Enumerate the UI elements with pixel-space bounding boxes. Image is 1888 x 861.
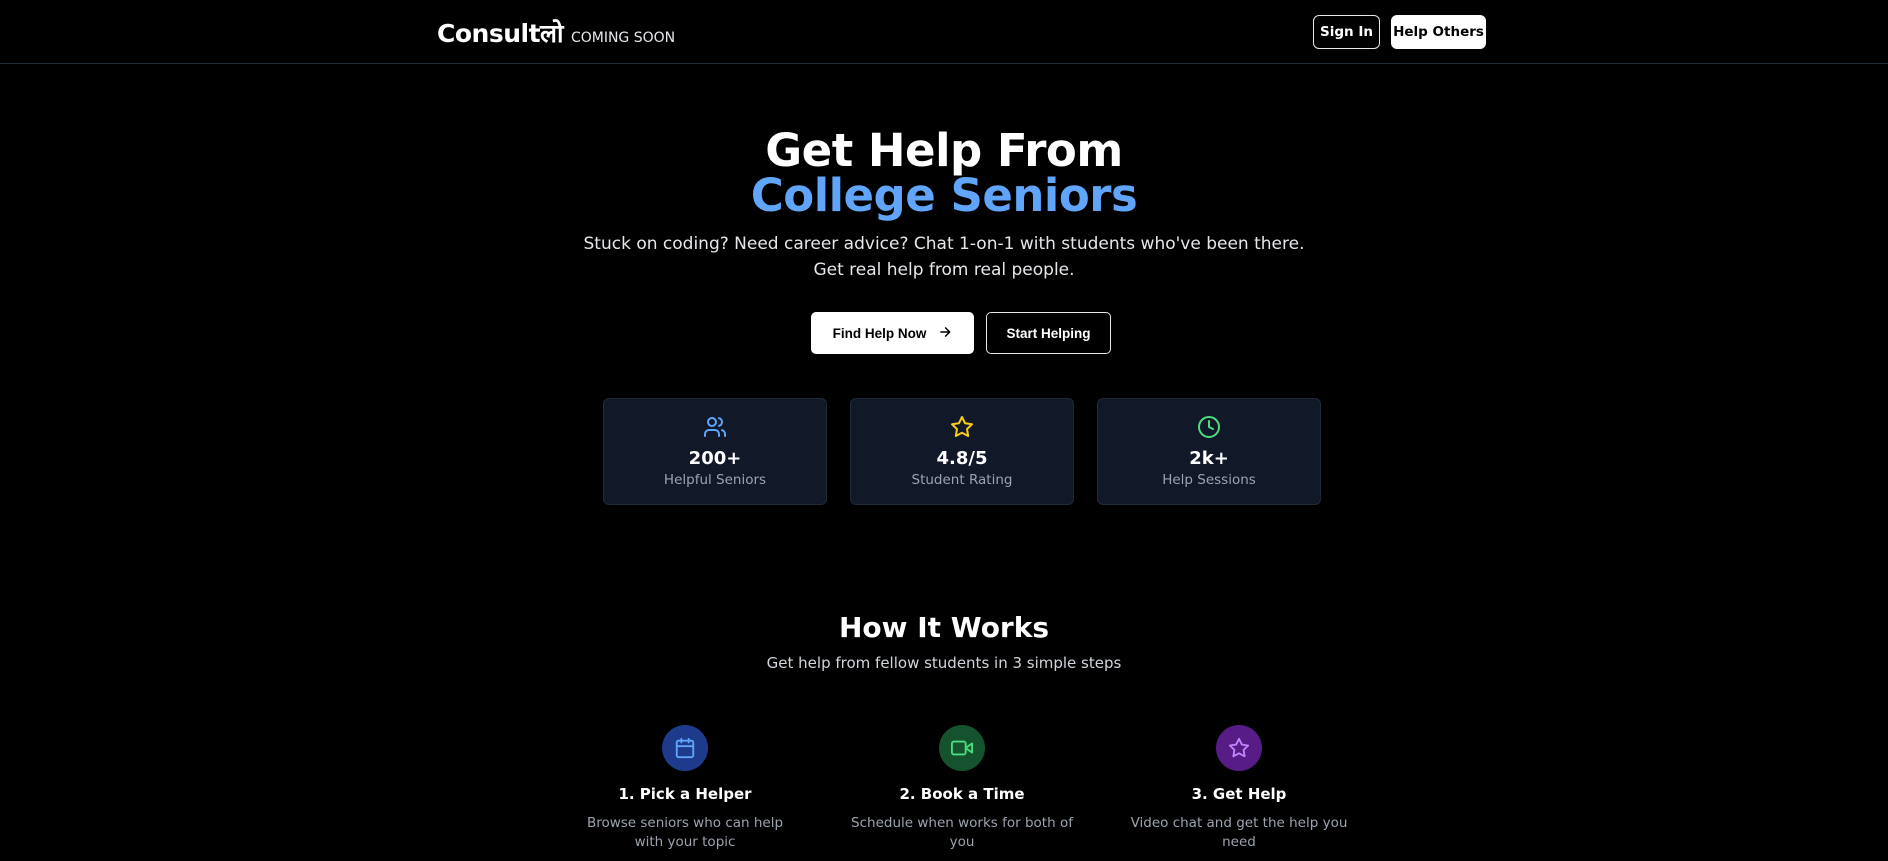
hero-title-line1: Get Help From (765, 124, 1123, 177)
stat-card-rating: 4.8/5 Student Rating (850, 398, 1074, 505)
clock-icon (1098, 415, 1320, 439)
step-pick-helper: 1. Pick a Helper Browse seniors who can … (560, 725, 810, 852)
hero-subtitle-line2: Get real help from real people. (813, 260, 1075, 280)
find-help-now-label: Find Help Now (832, 325, 927, 341)
help-others-button[interactable]: Help Others (1391, 15, 1486, 49)
stat-value: 200+ (688, 448, 742, 469)
step-book-time: 2. Book a Time Schedule when works for b… (837, 725, 1087, 852)
users-icon (604, 415, 826, 439)
how-it-works-subtitle: Get help from fellow students in 3 simpl… (766, 654, 1122, 672)
hero-title-line2: College Seniors (750, 169, 1138, 222)
step-description: Browse seniors who can help with your to… (586, 815, 784, 850)
how-it-works-title: How It Works (838, 611, 1050, 644)
stat-label: Help Sessions (1162, 472, 1256, 488)
stat-card-seniors: 200+ Helpful Seniors (603, 398, 827, 505)
stat-value: 4.8/5 (936, 448, 988, 469)
step-title: 1. Pick a Helper (618, 785, 752, 803)
step-title: 3. Get Help (1191, 785, 1287, 803)
stat-label: Helpful Seniors (663, 472, 767, 488)
coming-soon-badge: COMING SOON (570, 30, 676, 46)
stat-label: Student Rating (911, 472, 1013, 488)
hero-subtitle-line1: Stuck on coding? Need career advice? Cha… (583, 234, 1305, 254)
sign-in-button[interactable]: Sign In (1313, 15, 1380, 49)
star-icon (851, 415, 1073, 439)
star-icon (1216, 725, 1262, 771)
brand-logo[interactable]: Consultलो COMING SOON (437, 16, 675, 50)
step-description: Schedule when works for both of you (851, 815, 1073, 850)
video-icon (939, 725, 985, 771)
logo-text: Consultलो (437, 19, 563, 48)
arrow-right-icon (938, 325, 952, 342)
step-description: Video chat and get the help you need (1130, 815, 1348, 850)
top-navbar: Consultलो COMING SOON Sign In Help Other… (0, 0, 1888, 64)
step-title: 2. Book a Time (899, 785, 1025, 803)
step-get-help: 3. Get Help Video chat and get the help … (1114, 725, 1364, 852)
start-helping-button[interactable]: Start Helping (986, 312, 1111, 354)
stat-value: 2k+ (1189, 448, 1229, 469)
find-help-now-button[interactable]: Find Help Now (811, 312, 974, 354)
stat-card-sessions: 2k+ Help Sessions (1097, 398, 1321, 505)
calendar-icon (662, 725, 708, 771)
